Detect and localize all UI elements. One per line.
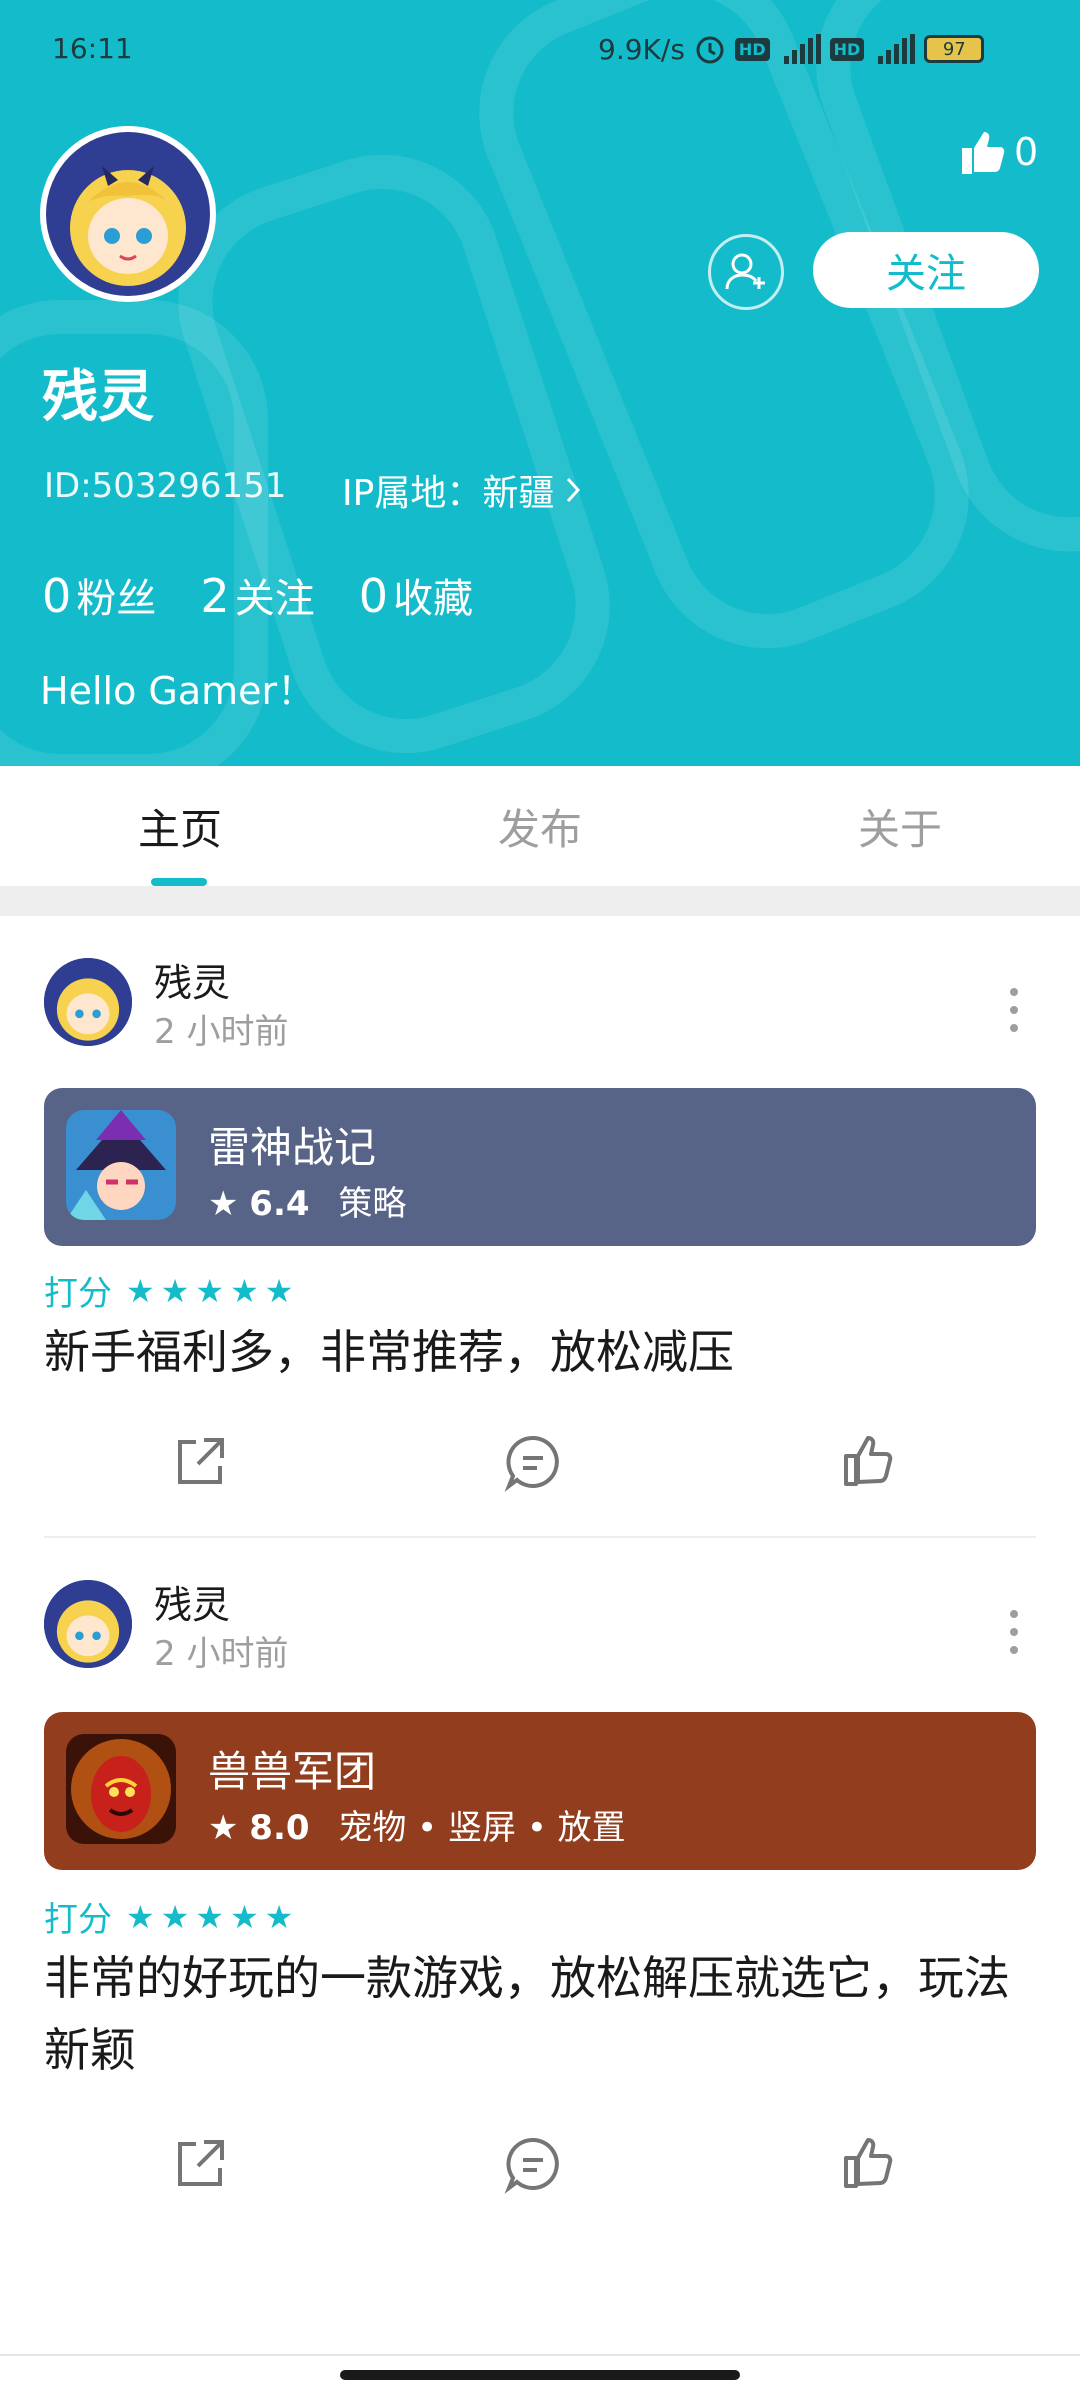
stat-following-label: 关注 xyxy=(234,576,315,622)
star-icon: ★ xyxy=(230,1897,259,1936)
profile-header: 16:11 9.9K/s HD HD 97 0 关注 残灵 ID:5032961… xyxy=(0,0,1080,766)
rating-stars: ★ ★ ★ ★ ★ xyxy=(126,1898,299,1936)
signal-icon xyxy=(783,34,821,64)
stat-favorites-count: 0 xyxy=(358,569,389,623)
stat-following-count: 2 xyxy=(200,569,230,623)
game-name: 兽兽军团 xyxy=(208,1747,377,1796)
game-card[interactable]: 兽兽军团 ★ 8.0 宠物 • 竖屏 • 放置 xyxy=(44,1712,1036,1870)
like-icon[interactable] xyxy=(840,1430,900,1490)
profile-name: 残灵 xyxy=(42,365,154,430)
game-meta: ★ 8.0 宠物 • 竖屏 • 放置 xyxy=(208,1800,626,1849)
post-author[interactable]: 残灵 xyxy=(154,1574,230,1629)
signal-icon xyxy=(878,34,916,64)
comment-icon[interactable] xyxy=(503,1432,563,1492)
profile-id: ID:503296151 xyxy=(44,466,287,506)
game-card[interactable]: 雷神战记 ★ 6.4 策略 xyxy=(44,1088,1036,1246)
rating-label: 打分 xyxy=(44,1274,112,1314)
game-name: 雷神战记 xyxy=(208,1123,377,1172)
battery-level: 97 xyxy=(942,38,966,60)
hd-badge: HD xyxy=(734,37,770,61)
like-icon[interactable] xyxy=(840,2132,900,2192)
game-icon xyxy=(66,1734,176,1844)
battery-icon: 97 xyxy=(924,35,985,63)
review-text: 非常的好玩的一款游戏，放松解压就选它，玩法新颖 xyxy=(44,1951,1010,2077)
section-divider xyxy=(0,886,1080,916)
star-icon: ★ xyxy=(126,1897,155,1936)
star-icon: ★ xyxy=(126,1271,155,1310)
thumbs-up-icon xyxy=(962,132,1005,174)
star-icon: ★ xyxy=(195,1271,225,1310)
more-icon[interactable] xyxy=(1010,1610,1020,1664)
add-friend-button[interactable] xyxy=(708,234,784,310)
more-icon[interactable] xyxy=(1010,988,1020,1042)
tab-posts[interactable]: 发布 xyxy=(420,796,660,857)
hd-badge: HD xyxy=(829,37,865,61)
review-text: 新手福利多，非常推荐，放松减压 xyxy=(44,1325,734,1379)
status-time: 16:11 xyxy=(52,32,133,65)
alarm-icon xyxy=(696,36,724,64)
post-avatar[interactable] xyxy=(44,1580,132,1668)
avatar-image xyxy=(44,1580,132,1668)
stat-favorites[interactable]: 0 收藏 xyxy=(359,566,473,624)
star-icon: ★ xyxy=(264,1897,294,1936)
game-icon-image xyxy=(66,1734,176,1844)
ip-location[interactable]: IP属地：新疆 xyxy=(342,464,582,516)
stat-fans[interactable]: 0 粉丝 xyxy=(42,566,156,624)
stat-favorites-label: 收藏 xyxy=(393,576,474,622)
star-icon: ★ xyxy=(230,1271,259,1310)
star-icon: ★ xyxy=(208,1808,239,1848)
game-icon-image xyxy=(66,1110,176,1220)
avatar-image xyxy=(46,132,210,296)
tab-about[interactable]: 关于 xyxy=(780,796,1020,857)
post-author[interactable]: 残灵 xyxy=(154,952,230,1007)
comment-icon[interactable] xyxy=(503,2134,563,2194)
profile-stats: 0 粉丝 2 关注 0 收藏 xyxy=(42,566,473,624)
game-score: 8.0 xyxy=(249,1808,310,1848)
game-tags: 策略 xyxy=(338,1184,407,1224)
status-icons: 9.9K/s HD HD 97 xyxy=(598,32,985,66)
profile-avatar[interactable] xyxy=(40,126,216,302)
post-time: 2 小时前 xyxy=(154,1634,289,1674)
rating-stars: ★ ★ ★ ★ ★ xyxy=(126,1272,299,1310)
game-tags: 宠物 • 竖屏 • 放置 xyxy=(338,1808,626,1848)
rating-row: 打分 ★ ★ ★ ★ ★ xyxy=(44,1892,299,1941)
star-icon: ★ xyxy=(160,1271,190,1310)
bottom-divider xyxy=(0,2354,1080,2356)
likes-counter[interactable]: 0 xyxy=(956,126,1038,178)
avatar-image xyxy=(44,958,132,1046)
rating-label: 打分 xyxy=(44,1900,112,1940)
star-icon: ★ xyxy=(264,1271,294,1310)
tab-indicator xyxy=(151,878,207,886)
profile-bio: Hello Gamer！ xyxy=(40,669,316,713)
stat-fans-count: 0 xyxy=(42,569,72,623)
tab-home[interactable]: 主页 xyxy=(60,796,300,857)
home-indicator[interactable] xyxy=(340,2370,740,2380)
rating-row: 打分 ★ ★ ★ ★ ★ xyxy=(44,1266,299,1315)
add-friend-icon xyxy=(725,253,765,290)
game-icon xyxy=(66,1110,176,1220)
share-icon[interactable] xyxy=(170,1432,230,1492)
post-time: 2 小时前 xyxy=(154,1012,289,1052)
star-icon: ★ xyxy=(208,1184,239,1224)
share-icon[interactable] xyxy=(170,2134,230,2194)
stat-fans-label: 粉丝 xyxy=(76,576,157,622)
star-icon: ★ xyxy=(195,1897,225,1936)
post-card: 残灵 2 小时前 雷神战记 ★ 6.4 策略 打分 ★ ★ ★ ★ ★ 新手福利多，非常… xyxy=(0,916,1080,1536)
likes-count: 0 xyxy=(1014,130,1039,174)
star-icon: ★ xyxy=(160,1897,190,1936)
game-meta: ★ 6.4 策略 xyxy=(208,1176,406,1225)
post-card: 残灵 2 小时前 兽兽军团 ★ 8.0 宠物 • 竖屏 • 放置 打分 ★ ★ ★ ★… xyxy=(0,1538,1080,2238)
follow-button[interactable]: 关注 xyxy=(813,232,1039,308)
post-avatar[interactable] xyxy=(44,958,132,1046)
stat-following[interactable]: 2 关注 xyxy=(200,566,314,624)
net-speed: 9.9K/s xyxy=(598,32,685,66)
chevron-right-icon xyxy=(567,477,581,503)
game-score: 6.4 xyxy=(249,1184,310,1224)
ip-location-text: IP属地：新疆 xyxy=(342,473,555,514)
